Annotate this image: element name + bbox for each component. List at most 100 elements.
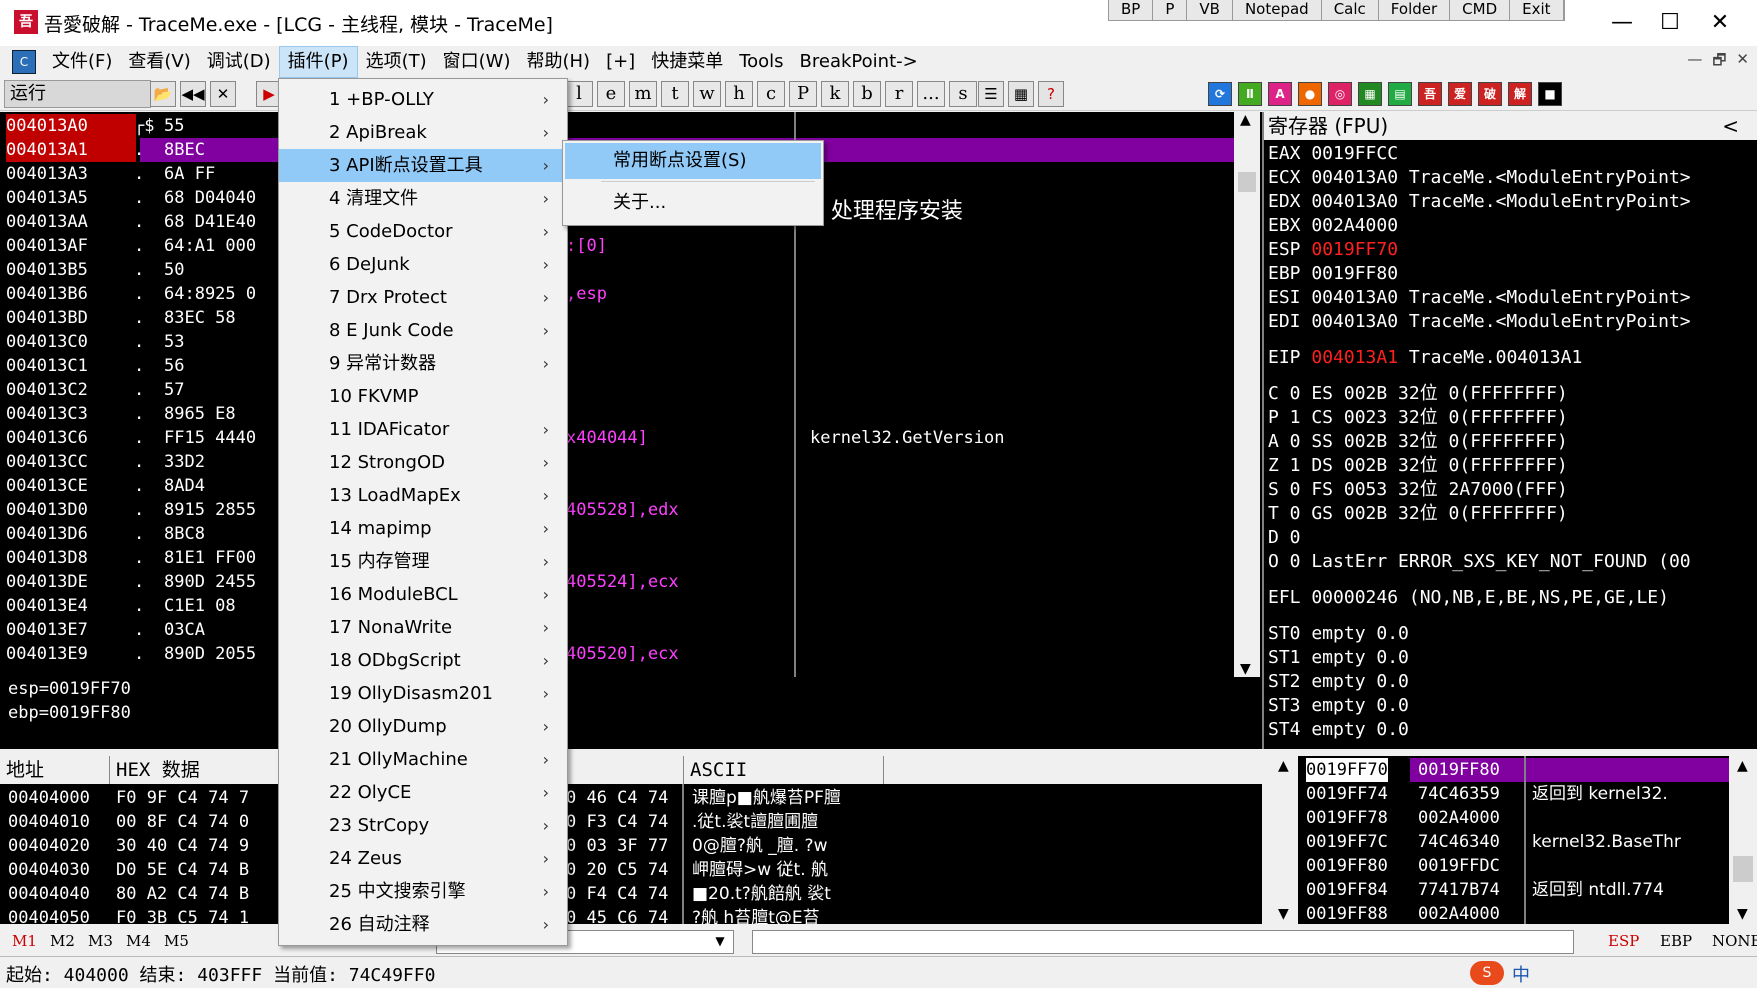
disasm-row[interactable]: 004013E4. C1E1 08 (0, 594, 1230, 618)
register-line[interactable]: C 0 ES 002B 32位 0(FFFFFFFF) (1268, 382, 1568, 406)
quick-button-vb[interactable]: VB (1187, 0, 1233, 20)
plugin-icon-3[interactable]: ● (1298, 82, 1322, 106)
submenu-item[interactable]: 常用断点设置(S) (565, 143, 821, 179)
plugin-icon-0[interactable]: ⟳ (1208, 82, 1232, 106)
open-icon[interactable]: 📂 (150, 81, 176, 107)
maximize-button[interactable]: ☐ (1648, 8, 1692, 38)
plugin-menu-item[interactable]: 20 OllyDump › (279, 710, 567, 743)
stack-row[interactable]: 0019FF74 74C46359 返回到 kernel32. (1298, 782, 1757, 806)
window-button-5[interactable]: h (725, 81, 753, 107)
menu-8[interactable]: 快捷菜单 (643, 46, 731, 78)
disasm-row[interactable]: 004013AF. 64:A1 000 (0, 234, 1230, 258)
register-line[interactable]: T 0 GS 002B 32位 0(FFFFFFFF) (1268, 502, 1568, 526)
plugin-menu-item[interactable]: 9 异常计数器 › (279, 347, 567, 380)
window-button-6[interactable]: c (757, 81, 785, 107)
quick-button-notepad[interactable]: Notepad (1233, 0, 1322, 20)
register-line[interactable]: S 0 FS 0053 32位 2A7000(FFF) (1268, 478, 1568, 502)
quick-button-folder[interactable]: Folder (1379, 0, 1451, 20)
mdi-restore-button[interactable]: 🗗 (1712, 50, 1726, 75)
quick-button-p[interactable]: P (1153, 0, 1188, 20)
menu-0[interactable]: 文件(F) (44, 46, 120, 78)
stack-row[interactable]: 0019FF84 77417B74 返回到 ntdll.774 (1298, 878, 1757, 902)
minimize-button[interactable]: — (1600, 8, 1644, 38)
memory-button-m1[interactable]: M1 (12, 932, 37, 950)
register-line[interactable]: EBP 0019FF80 (1268, 262, 1398, 286)
mdi-close-button[interactable]: ✕ (1736, 50, 1749, 75)
menu-10[interactable]: BreakPoint-> (792, 46, 926, 78)
register-line[interactable]: A 0 SS 002B 32位 0(FFFFFFFF) (1268, 430, 1568, 454)
register-line[interactable]: P 1 CS 0023 32位 0(FFFFFFFF) (1268, 406, 1568, 430)
dump-row[interactable]: 00404040 80 A2 C4 74 B 0 F4 C4 74 ■20.t?舧餢舧… (0, 882, 1260, 906)
register-value[interactable]: 0019FF70 (1311, 239, 1398, 260)
disasm-row[interactable]: 004013C2. 57 (0, 378, 1230, 402)
dump-col-ascii[interactable]: ASCII (684, 756, 884, 784)
register-line[interactable]: EDX 004013A0 TraceMe.<ModuleEntryPoint> (1268, 190, 1691, 214)
command-dropdown-icon[interactable]: ▼ (710, 931, 730, 951)
plugin-menu-item[interactable]: 5 CodeDoctor › (279, 215, 567, 248)
register-line[interactable]: EAX 0019FFCC (1268, 142, 1398, 166)
plugin-menu-item[interactable]: 17 NonaWrite › (279, 611, 567, 644)
disasm-row[interactable]: 004013C1. 56 (0, 354, 1230, 378)
disasm-row[interactable]: 004013D8. 81E1 FF00 (0, 546, 1230, 570)
plugin-menu-item[interactable]: 8 E Junk Code › (279, 314, 567, 347)
disasm-row[interactable]: 004013C3. 8965 E8 (0, 402, 1230, 426)
plugin-menu-item[interactable]: 3 API断点设置工具 › (279, 149, 567, 182)
plugin-menu-item[interactable]: 21 OllyMachine › (279, 743, 567, 776)
window-button-8[interactable]: k (821, 81, 849, 107)
plugin-menu-item[interactable]: 14 mapimp › (279, 512, 567, 545)
dump-row[interactable]: 00404000 F0 9F C4 74 7 0 46 C4 74 课膻p■舧爆苔PF… (0, 786, 1260, 810)
register-line[interactable]: ECX 004013A0 TraceMe.<ModuleEntryPoint> (1268, 166, 1691, 190)
register-line[interactable]: D 0 (1268, 526, 1301, 550)
scroll-down-icon[interactable]: ▼ (1278, 906, 1289, 922)
stack-row[interactable]: 0019FF7C 74C46340 kernel32.BaseThr (1298, 830, 1757, 854)
grid-icon[interactable]: ▦ (1008, 81, 1034, 107)
plugin-menu-item[interactable]: 7 Drx Protect › (279, 281, 567, 314)
mdi-child-icon[interactable]: C (12, 50, 36, 74)
dump-row[interactable]: 00404020 30 40 C4 74 9 0 03 3F 77 0@膻?舧 _膻.… (0, 834, 1260, 858)
ime-logo-icon[interactable]: S (1470, 961, 1504, 985)
plugin-menu-item[interactable]: 16 ModuleBCL › (279, 578, 567, 611)
register-line[interactable]: ST2 empty 0.0 (1268, 670, 1409, 694)
window-button-9[interactable]: b (853, 81, 881, 107)
menu-6[interactable]: 帮助(H) (518, 46, 598, 78)
memory-button-m3[interactable]: M3 (88, 932, 113, 950)
plugin-menu-item[interactable]: 4 清理文件 › (279, 182, 567, 215)
window-button-1[interactable]: e (597, 81, 625, 107)
plugin-menu-item[interactable]: 26 自动注释 › (279, 908, 567, 941)
disasm-scrollbar[interactable]: ▲ ▼ (1234, 112, 1260, 677)
memory-button-m5[interactable]: M5 (164, 932, 189, 950)
window-button-3[interactable]: t (661, 81, 689, 107)
plugin-menu-item[interactable]: 13 LoadMapEx › (279, 479, 567, 512)
plugin-menu-item[interactable]: 19 OllyDisasm201 › (279, 677, 567, 710)
plugin-icon-8[interactable]: 爱 (1448, 82, 1472, 106)
plugin-menu-item[interactable]: 12 StrongOD › (279, 446, 567, 479)
stack-row[interactable]: 0019FF78 002A4000 (1298, 806, 1757, 830)
mdi-minimize-button[interactable]: — (1687, 50, 1702, 75)
scroll-down-icon[interactable]: ▼ (1240, 661, 1251, 677)
dump-pane[interactable]: 00404000 F0 9F C4 74 7 0 46 C4 74 课膻p■舧爆苔PF… (0, 784, 1262, 924)
dump-scrollbar[interactable]: ▲ ▼ (1270, 756, 1298, 924)
scroll-thumb[interactable] (1238, 172, 1256, 192)
memory-button-m4[interactable]: M4 (126, 932, 151, 950)
submenu-item[interactable]: 关于... (565, 185, 821, 221)
quick-button-exit[interactable]: Exit (1510, 0, 1564, 20)
stack-scrollbar[interactable]: ▲ ▼ (1729, 756, 1757, 924)
disasm-row[interactable]: 004013A0 ┌$ 55 (0, 114, 1230, 138)
plugin-menu-item[interactable]: 22 OlyCE › (279, 776, 567, 809)
dump-row[interactable]: 00404050 F0 3B C5 74 1 0 45 C6 74 ?舧 h苔膻t@E… (0, 906, 1260, 924)
register-line[interactable]: ST4 empty 0.0 (1268, 718, 1409, 742)
scroll-up-icon[interactable]: ▲ (1240, 112, 1251, 128)
plugin-menu-item[interactable]: 23 StrCopy › (279, 809, 567, 842)
plugin-menu-item[interactable]: 18 ODbgScript › (279, 644, 567, 677)
stack-row[interactable]: 0019FF70 0019FF80 (1298, 758, 1757, 782)
window-button-4[interactable]: w (693, 81, 721, 107)
plugin-icon-1[interactable]: Ⅱ (1238, 82, 1262, 106)
menu-5[interactable]: 窗口(W) (435, 46, 519, 78)
disasm-row[interactable]: 004013B5. 50 (0, 258, 1230, 282)
disasm-row[interactable]: 004013B6. 64:8925 0 (0, 282, 1230, 306)
follow-ebp-button[interactable]: EBP (1660, 932, 1692, 950)
menu-3[interactable]: 插件(P) (278, 46, 358, 78)
register-line[interactable]: O 0 LastErr ERROR_SXS_KEY_NOT_FOUND (00 (1268, 550, 1691, 574)
menu-7[interactable]: [+] (598, 46, 643, 78)
plugin-menu-item[interactable]: 25 中文搜索引擎 › (279, 875, 567, 908)
